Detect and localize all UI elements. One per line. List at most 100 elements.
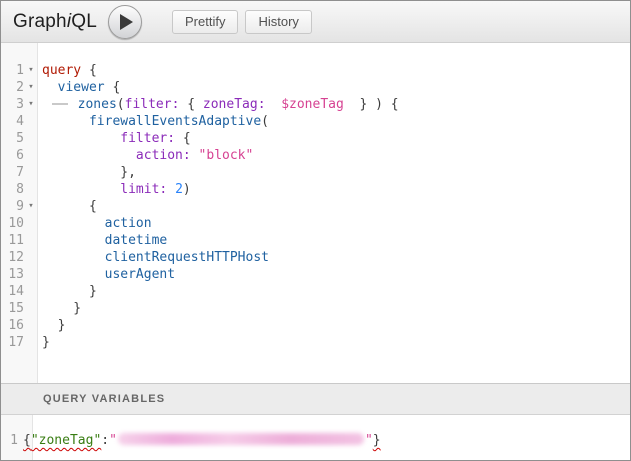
- play-icon: [120, 14, 133, 30]
- code-token: }: [42, 301, 81, 316]
- code-token: {: [81, 63, 97, 78]
- code-line-11[interactable]: 11 datetime: [1, 232, 630, 249]
- variables-code: 1{"zoneTag":""}: [1, 432, 630, 449]
- fold-gutter: [24, 283, 38, 300]
- logo-text-suffix: QL: [71, 11, 97, 32]
- code-token: "block": [199, 148, 254, 163]
- fold-gutter: [24, 232, 38, 249]
- code-text: {: [38, 198, 97, 215]
- code-text: clientRequestHTTPHost: [38, 249, 269, 266]
- prettify-button[interactable]: Prettify: [172, 10, 238, 34]
- code-token: clientRequestHTTPHost: [105, 250, 269, 265]
- code-text: query {: [38, 62, 97, 79]
- code-line-1[interactable]: 1▾query {: [1, 62, 630, 79]
- code-token: firewallEventsAdaptive: [89, 114, 261, 129]
- fold-arrow-icon[interactable]: ▾: [24, 96, 38, 113]
- code-line-10[interactable]: 10 action: [1, 215, 630, 232]
- code-line-8[interactable]: 8 limit: 2): [1, 181, 630, 198]
- fold-gutter: [24, 147, 38, 164]
- line-number: 12: [1, 249, 24, 266]
- line-number: 3: [1, 96, 24, 113]
- line-number: 15: [1, 300, 24, 317]
- fold-gutter: [24, 181, 38, 198]
- code-token: 2: [175, 182, 183, 197]
- topbar: GraphiQL Prettify History: [1, 1, 630, 43]
- code-token: }: [42, 284, 97, 299]
- app-logo: GraphiQL: [13, 11, 97, 33]
- code-token: userAgent: [105, 267, 175, 282]
- line-number: 10: [1, 215, 24, 232]
- line-number: 14: [1, 283, 24, 300]
- code-line-16[interactable]: 16 }: [1, 317, 630, 334]
- code-token: }: [373, 433, 381, 448]
- line-number: 13: [1, 266, 24, 283]
- fold-gutter: [24, 215, 38, 232]
- code-token: "zoneTag": [31, 433, 101, 448]
- code-text: }: [38, 334, 50, 351]
- code-text: userAgent: [38, 266, 175, 283]
- line-number: 16: [1, 317, 24, 334]
- code-line-14[interactable]: 14 }: [1, 283, 630, 300]
- code-token: {: [23, 433, 31, 448]
- query-code: 1▾query {2▾ viewer {3▾ zones(filter: { z…: [1, 62, 630, 351]
- code-token: [266, 97, 282, 112]
- fold-gutter: [24, 130, 38, 147]
- code-line-1[interactable]: 1{"zoneTag":""}: [1, 432, 630, 449]
- code-token: [167, 182, 175, 197]
- code-text: limit: 2): [38, 181, 191, 198]
- code-line-12[interactable]: 12 clientRequestHTTPHost: [1, 249, 630, 266]
- code-line-4[interactable]: 4 firewallEventsAdaptive(: [1, 113, 630, 130]
- fold-arrow-icon[interactable]: ▾: [24, 79, 38, 96]
- code-token: [42, 131, 120, 146]
- fold-gutter: [24, 249, 38, 266]
- code-token: } ) {: [344, 97, 399, 112]
- line-number: 5: [1, 130, 24, 147]
- execute-query-button[interactable]: [108, 5, 142, 39]
- query-variables-header[interactable]: QUERY VARIABLES: [1, 383, 630, 415]
- line-number: 1: [1, 432, 18, 449]
- code-text: }: [38, 317, 65, 334]
- code-token: [191, 148, 199, 163]
- line-number: 17: [1, 334, 24, 351]
- code-token: query: [42, 63, 81, 78]
- fold-arrow-icon[interactable]: ▾: [24, 62, 38, 79]
- fold-arrow-icon[interactable]: ▾: [24, 198, 38, 215]
- fold-gutter: [24, 334, 38, 351]
- line-number: 11: [1, 232, 24, 249]
- variables-editor[interactable]: 1{"zoneTag":""}: [1, 415, 630, 460]
- query-variables-title: QUERY VARIABLES: [43, 393, 165, 405]
- code-token: [42, 216, 105, 231]
- code-line-17[interactable]: 17}: [1, 334, 630, 351]
- code-text: filter: {: [38, 130, 191, 147]
- code-token: ": [109, 433, 117, 448]
- query-editor[interactable]: 1▾query {2▾ viewer {3▾ zones(filter: { z…: [1, 43, 630, 383]
- code-token: [42, 80, 58, 95]
- code-line-3[interactable]: 3▾ zones(filter: { zoneTag: $zoneTag } )…: [1, 96, 630, 113]
- code-token: [42, 114, 89, 129]
- code-line-2[interactable]: 2▾ viewer {: [1, 79, 630, 96]
- code-line-9[interactable]: 9▾ {: [1, 198, 630, 215]
- code-token: [42, 148, 136, 163]
- code-text: datetime: [38, 232, 167, 249]
- line-number: 6: [1, 147, 24, 164]
- graphiql-app: GraphiQL Prettify History 1▾query {2▾ vi…: [0, 0, 631, 461]
- code-token: (: [117, 97, 125, 112]
- code-token: $zoneTag: [281, 97, 344, 112]
- code-token: }: [42, 335, 50, 350]
- code-token: (: [261, 114, 269, 129]
- code-token: {: [179, 97, 202, 112]
- code-line-6[interactable]: 6 action: "block": [1, 147, 630, 164]
- history-button[interactable]: History: [245, 10, 311, 34]
- code-line-7[interactable]: 7 },: [1, 164, 630, 181]
- code-token: ": [365, 433, 373, 448]
- code-text: },: [38, 164, 136, 181]
- code-line-5[interactable]: 5 filter: {: [1, 130, 630, 147]
- code-token: {: [105, 80, 121, 95]
- code-text: action: "block": [38, 147, 253, 164]
- code-line-13[interactable]: 13 userAgent: [1, 266, 630, 283]
- code-token: limit:: [120, 182, 167, 197]
- line-number: 9: [1, 198, 24, 215]
- code-line-15[interactable]: 15 }: [1, 300, 630, 317]
- code-token: :: [101, 433, 109, 448]
- code-token: },: [42, 165, 136, 180]
